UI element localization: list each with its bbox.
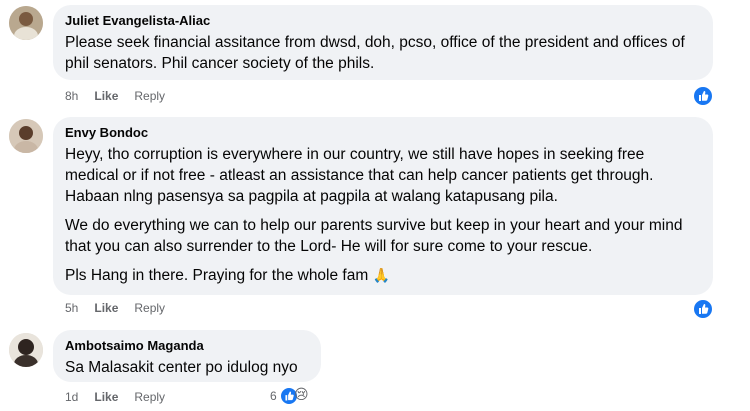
like-reaction-badge[interactable] <box>692 298 714 320</box>
comment-paragraph-text: Pls Hang in there. Praying for the whole… <box>65 267 369 284</box>
comment-paragraph: Heyy, tho corruption is everywhere in ou… <box>65 146 654 205</box>
avatar-photo-icon <box>9 119 43 153</box>
thumbs-up-icon <box>699 304 709 314</box>
thumbs-up-icon <box>699 91 709 101</box>
comment-time[interactable]: 8h <box>65 88 78 104</box>
sad-reaction-icon: 😢 <box>294 386 309 402</box>
comment-bubble: Ambotsaimo Maganda Sa Malasakit center p… <box>53 330 321 382</box>
comment-author[interactable]: Ambotsaimo Maganda <box>65 338 309 354</box>
praying-hands-emoji: 🙏 <box>372 267 391 283</box>
avatar-photo-icon <box>9 333 43 367</box>
like-button[interactable]: Like <box>94 389 118 405</box>
like-button[interactable]: Like <box>94 88 118 104</box>
comment-time[interactable]: 1d <box>65 389 78 405</box>
avatar-photo-icon <box>9 6 43 40</box>
comment-paragraph-with-emoji: Pls Hang in there. Praying for the whole… <box>65 265 701 286</box>
comment-actions: 1d Like Reply <box>65 389 165 405</box>
comment-actions: 8h Like Reply <box>65 88 165 104</box>
reply-button[interactable]: Reply <box>134 389 165 405</box>
comment-author[interactable]: Envy Bondoc <box>65 125 701 141</box>
avatar[interactable] <box>9 6 43 40</box>
comment-text: Please seek financial assitance from dws… <box>65 34 685 72</box>
reply-button[interactable]: Reply <box>134 300 165 316</box>
avatar[interactable] <box>9 333 43 367</box>
comment-text: Heyy, tho corruption is everywhere in ou… <box>65 144 701 286</box>
comment-bubble: Envy Bondoc Heyy, tho corruption is ever… <box>53 117 713 295</box>
comment-paragraph: We do everything we can to help our pare… <box>65 217 683 255</box>
comment-actions: 5h Like Reply <box>65 300 165 316</box>
comment-text: Sa Malasakit center po idulog nyo <box>65 359 298 376</box>
avatar[interactable] <box>9 119 43 153</box>
like-button[interactable]: Like <box>94 300 118 316</box>
reaction-count: 6 <box>270 389 277 403</box>
like-reaction-badge[interactable] <box>692 85 714 107</box>
comment-bubble: Juliet Evangelista-Aliac Please seek fin… <box>53 5 713 80</box>
reply-button[interactable]: Reply <box>134 88 165 104</box>
comment-author[interactable]: Juliet Evangelista-Aliac <box>65 13 701 29</box>
comment-time[interactable]: 5h <box>65 300 78 316</box>
